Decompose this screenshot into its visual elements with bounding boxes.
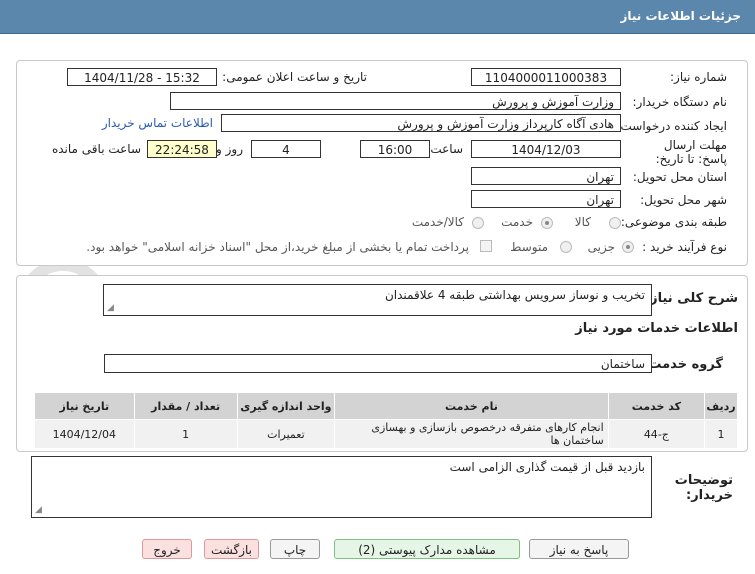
purchase-type-label: نوع فرآیند خرید : [642,240,727,254]
exit-button[interactable]: خروج [142,539,192,559]
creator-label: ایجاد کننده درخواست: [616,119,727,133]
summary-label: شرح کلی نیاز: [644,291,738,306]
back-button[interactable]: بازگشت [204,539,259,559]
need-number-label: شماره نیاز: [670,70,727,84]
cell-quantity: 1 [133,419,238,449]
service-group-field: ساختمان [104,354,652,373]
category-radio-goods-service[interactable] [472,217,484,229]
category-option-service: خدمت [501,215,533,229]
province-label: استان محل تحویل: [632,170,727,184]
deadline-date-field: 1404/12/03 [471,140,621,158]
purchase-option-minor: جزیی [587,240,615,254]
need-number-field: 1104000011000383 [471,68,621,86]
buyer-contact-link[interactable]: اطلاعات تماس خریدار [102,116,213,130]
service-group-label: گروه خدمت: [643,357,723,372]
print-button[interactable]: چاپ [270,539,320,559]
remaining-label: ساعت باقی مانده [51,142,141,156]
category-label: طبقه بندی موضوعی: [620,215,727,229]
payment-note: پرداخت تمام یا بخشی از مبلغ خرید،از محل … [86,240,469,254]
table-row: 1 ج-44 انجام کارهای متفرقه درخصوص بازساز… [34,419,738,449]
category-option-goods-service: کالا/خدمت [411,215,464,229]
deadline-label: مهلت ارسال پاسخ: تا تاریخ: [655,138,727,166]
col-unit: واحد اندازه گیری [236,392,336,420]
col-service-code: کد خدمت [607,392,706,420]
buyer-label: نام دستگاه خریدار: [632,95,728,109]
announce-datetime-field: 1404/11/28 - 15:32 [67,68,217,86]
time-label: ساعت [430,142,463,156]
col-row: ردیف [704,392,738,420]
col-service-name: نام خدمت [334,392,609,420]
cell-need-date: 1404/12/04 [34,419,135,449]
page-title: جزئیات اطلاعات نیاز [620,9,741,23]
services-section-title: اطلاعات خدمات مورد نیاز [575,321,738,336]
notes-resize-grip-icon: ◢ [35,505,42,515]
buyer-field: وزارت آموزش و پرورش [170,92,621,110]
category-radio-service[interactable] [541,217,553,229]
city-label: شهر محل تحویل: [640,193,727,207]
announce-label: تاریخ و ساعت اعلان عمومی: [222,70,367,84]
notes-label-line1: توضیحات [674,473,733,488]
cell-service-name: انجام کارهای متفرقه درخصوص بازسازی و بهس… [334,419,609,449]
treasury-checkbox[interactable] [480,240,492,252]
title-bar: جزئیات اطلاعات نیاز [0,0,755,34]
city-field: تهران [471,190,621,208]
purchase-radio-medium[interactable] [560,241,572,253]
creator-field: هادی آگاه کارپرداز وزارت آموزش و پرورش [221,114,621,132]
days-field: 4 [251,140,321,158]
deadline-time-field: 16:00 [360,140,430,158]
attachments-button[interactable]: مشاهده مدارک پیوستی (2) [334,539,520,559]
notes-label-line2: خریدار: [686,488,733,503]
col-quantity: تعداد / مقدار [133,392,238,420]
purchase-radio-minor[interactable] [622,241,634,253]
cell-service-code: ج-44 [607,419,706,449]
col-need-date: تاریخ نیاز [34,392,135,420]
reply-button[interactable]: پاسخ به نیاز [529,539,629,559]
remaining-time-field: 22:24:58 [147,140,217,158]
cell-unit: تعمیرات [236,419,336,449]
category-option-goods: کالا [574,215,591,229]
buyer-notes-textarea: بازدید قبل از قیمت گذاری الزامی است [31,456,652,518]
table-header-row: ردیف کد خدمت نام خدمت واحد اندازه گیری ت… [34,392,738,420]
province-field: تهران [471,167,621,185]
summary-textarea: تخریب و نوساز سرویس بهداشتی طبقه 4 علاقم… [103,284,652,316]
purchase-option-medium: متوسط [510,240,548,254]
days-label: روز و [216,142,243,156]
category-radio-goods[interactable] [609,217,621,229]
services-table: ردیف کد خدمت نام خدمت واحد اندازه گیری ت… [34,392,738,449]
cell-row: 1 [704,419,738,449]
